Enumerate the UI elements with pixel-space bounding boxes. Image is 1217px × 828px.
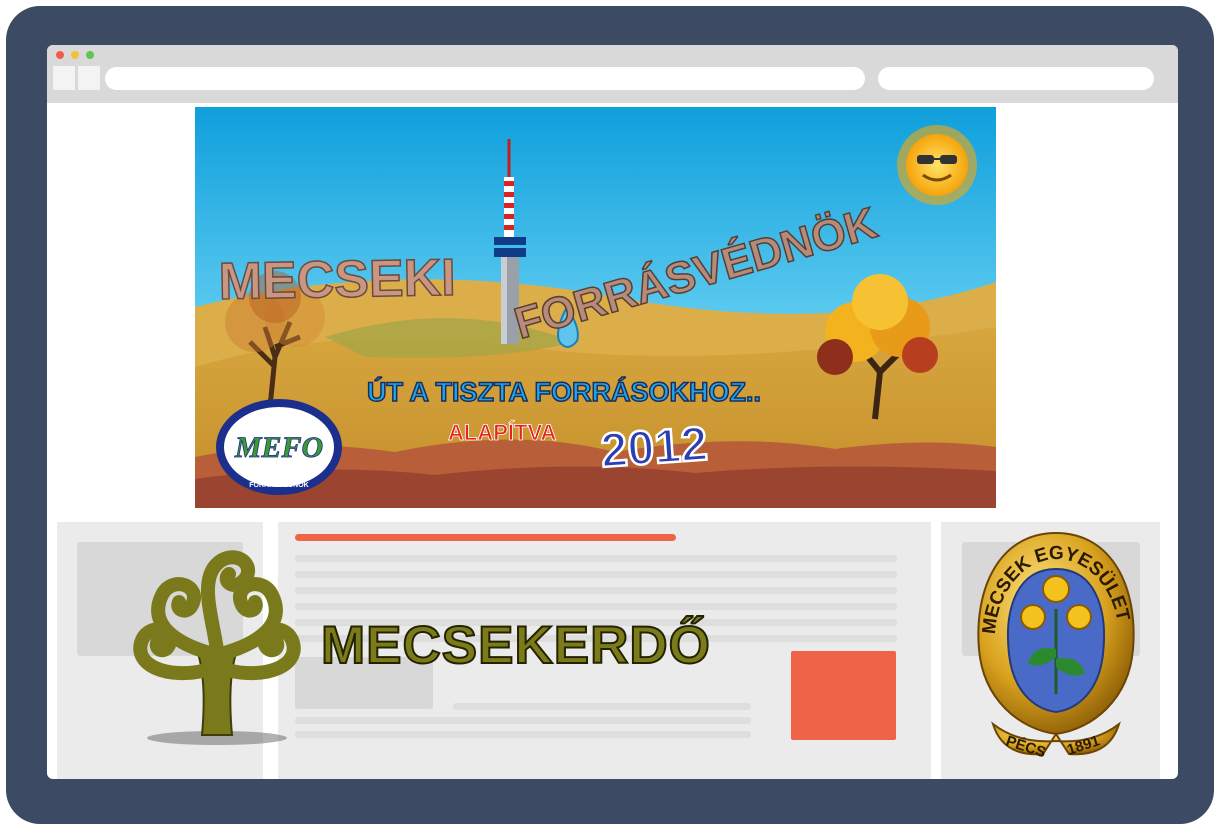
address-bar[interactable]	[105, 67, 865, 90]
text-line	[295, 731, 751, 738]
back-button[interactable]	[53, 66, 75, 90]
mefo-logo[interactable]: MECSEKI MEFO FORRÁSVÉDNÖK	[216, 399, 342, 495]
browser-toolbar	[47, 45, 1178, 103]
mefo-logo-main-text: MEFO	[234, 431, 323, 464]
sun-icon	[897, 125, 977, 205]
banner-founded-label: ALAPÍTVA	[448, 420, 556, 445]
banner-slogan: ÚT A TISZTA FORRÁSOKHOZ..	[367, 376, 761, 407]
site-banner: MECSEKI FORRÁSVÉDNÖK ÚT A TISZTA FORRÁSO…	[195, 107, 996, 508]
text-line	[295, 603, 897, 610]
forward-button[interactable]	[78, 66, 100, 90]
banner-founded-year: 2012	[599, 418, 709, 478]
call-to-action-button[interactable]	[791, 651, 896, 740]
main-heading-bar	[295, 534, 676, 541]
close-window-dot-icon[interactable]	[56, 51, 64, 59]
text-line	[295, 717, 751, 724]
mecsek-egyesulet-badge[interactable]: MECSEK EGYESÜLET PÉCS 1891	[973, 529, 1139, 774]
mefo-logo-bottom-text: FORRÁSVÉDNÖK	[249, 480, 309, 489]
minimize-window-dot-icon[interactable]	[71, 51, 79, 59]
mecsekerdo-label[interactable]: MECSEKERDŐ	[320, 615, 711, 676]
search-bar[interactable]	[878, 67, 1154, 90]
text-line	[453, 703, 751, 710]
browser-window: MECSEKI FORRÁSVÉDNÖK ÚT A TISZTA FORRÁSO…	[47, 45, 1178, 779]
banner-title-word1: MECSEKI	[218, 249, 456, 311]
spiral-tree-logo-icon[interactable]	[117, 530, 317, 745]
text-line	[295, 587, 897, 594]
text-line	[295, 555, 897, 562]
banner-illustration: MECSEKI FORRÁSVÉDNÖK ÚT A TISZTA FORRÁSO…	[195, 107, 996, 508]
maximize-window-dot-icon[interactable]	[86, 51, 94, 59]
mefo-logo-top-text: MECSEKI	[261, 409, 297, 418]
text-line	[295, 571, 897, 578]
badge-city-text: PÉCS	[1004, 733, 1048, 762]
badge-year-text: 1891	[1065, 732, 1102, 758]
